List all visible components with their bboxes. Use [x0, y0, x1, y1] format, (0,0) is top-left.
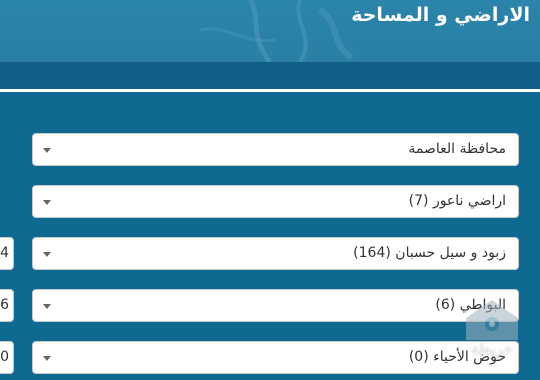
header-divider-band	[0, 62, 540, 90]
side-field-stub-2[interactable]: 6	[0, 289, 14, 322]
watermark-label: خريطة	[470, 340, 514, 358]
lands-directorate-select-value: اراضي ناعور (7)	[408, 193, 506, 209]
watermark-logo: خريطة	[458, 296, 526, 372]
side-field-stub-value: 4	[0, 245, 9, 261]
village-select-value: زبود و سيل حسبان (164)	[353, 245, 506, 261]
header-banner: الاراضي و المساحة	[0, 0, 540, 62]
dropdown-arrow-icon	[43, 200, 51, 205]
side-field-stub-3[interactable]: 0	[0, 341, 14, 374]
governorate-select[interactable]: محافظة العاصمة	[32, 133, 519, 166]
governorate-select-value: محافظة العاصمة	[408, 141, 506, 157]
dropdown-arrow-icon	[43, 252, 51, 257]
dropdown-arrow-icon	[43, 304, 51, 309]
village-select[interactable]: زبود و سيل حسبان (164)	[32, 237, 519, 270]
map-pin-icon	[466, 300, 518, 340]
side-field-stub-value: 6	[0, 297, 9, 313]
page-title: الاراضي و المساحة	[351, 4, 530, 26]
side-field-stub-1[interactable]: 4	[0, 237, 14, 270]
side-field-stub-value: 0	[0, 349, 9, 365]
neighborhood-select[interactable]: حوض الأحياء (0)	[32, 341, 519, 374]
dropdown-arrow-icon	[43, 148, 51, 153]
lands-directorate-select[interactable]: اراضي ناعور (7)	[32, 185, 519, 218]
basin-select[interactable]: البواطي (6)	[32, 289, 519, 322]
dropdown-arrow-icon	[43, 356, 51, 361]
